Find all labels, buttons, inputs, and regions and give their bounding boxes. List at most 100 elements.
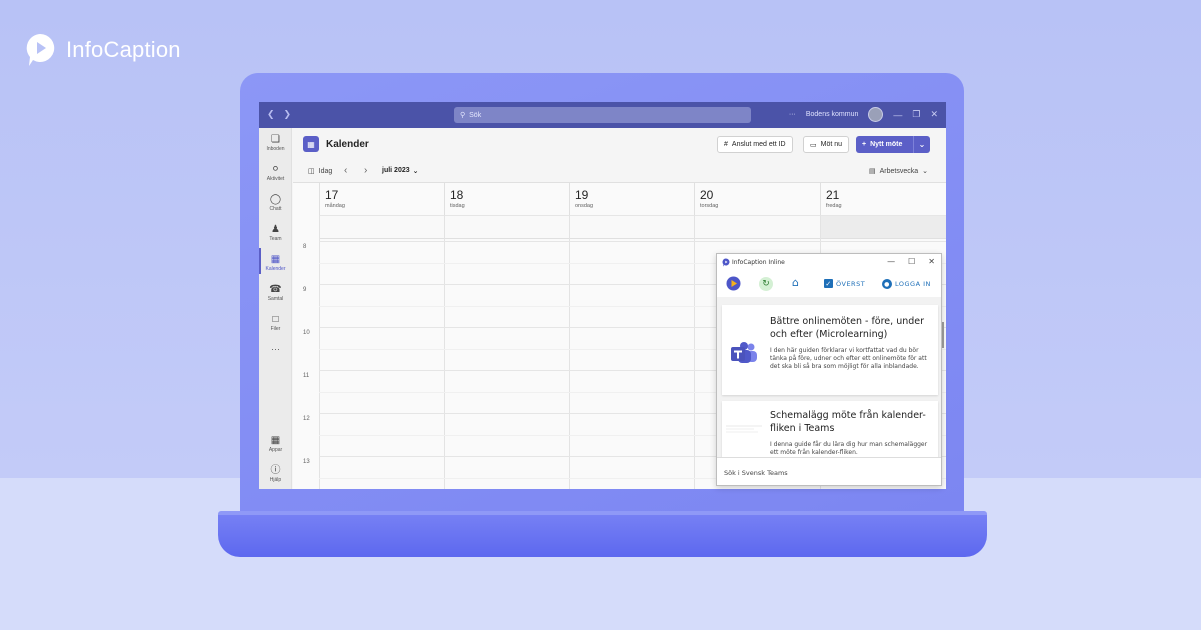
- checkbox-checked-icon: ✓: [824, 279, 833, 288]
- meet-now-label: Möt nu: [820, 141, 843, 148]
- team-icon: ♟: [271, 224, 280, 235]
- hour-label: 12: [303, 416, 310, 422]
- calendar-icon: ▦: [270, 254, 281, 265]
- day-number: 18: [450, 188, 464, 202]
- day-header[interactable]: 20 torsdag: [694, 183, 820, 215]
- today-label: Idag: [318, 167, 333, 175]
- home-icon[interactable]: ⌂: [792, 276, 799, 289]
- restore-icon[interactable]: ❐: [912, 109, 920, 120]
- guide-title: Schemalägg möte från kalender-fliken i T…: [770, 410, 926, 434]
- more-apps-icon[interactable]: ···: [259, 344, 292, 354]
- org-name[interactable]: Bodens kommun: [806, 111, 859, 118]
- login-label: LOGGA IN: [895, 280, 931, 288]
- rail-item-kalender[interactable]: ▦ Kalender: [259, 254, 292, 272]
- infocaption-logo-icon[interactable]: [726, 276, 741, 292]
- ic-toolbar: ↻ ⌂ ✓ ÖVERST ● LOGGA IN: [717, 271, 941, 297]
- minimize-icon[interactable]: —: [893, 110, 902, 120]
- avatar[interactable]: [868, 107, 884, 122]
- login-button[interactable]: ● LOGGA IN: [882, 279, 931, 289]
- new-meeting-button[interactable]: + Nytt möte ⌄: [856, 136, 930, 153]
- all-day-shade: [820, 216, 946, 238]
- rail-item-aktivitet[interactable]: ⚪ Aktivitet: [259, 164, 292, 182]
- prev-week-icon[interactable]: ‹: [344, 165, 347, 176]
- calendar-header: ▦ Kalender # Anslut med ett ID ▭ Möt nu …: [293, 128, 946, 162]
- join-with-id-label: Anslut med ett ID: [731, 141, 786, 148]
- rail-item-chatt[interactable]: ◯ Chatt: [259, 194, 292, 212]
- close-icon[interactable]: ✕: [928, 257, 935, 266]
- chevron-down-icon[interactable]: ⌄: [914, 140, 930, 149]
- refresh-icon[interactable]: ↻: [759, 277, 773, 291]
- chevron-down-icon: ⌄: [922, 168, 928, 175]
- guide-title: Bättre onlinemöten - före, under och eft…: [770, 316, 925, 340]
- hour-label: 13: [303, 459, 310, 465]
- forward-arrow-icon[interactable]: ❯: [284, 109, 292, 120]
- titlebar-right: ··· Bodens kommun — ❐ ✕: [789, 107, 938, 122]
- view-label: Arbetsvecka: [879, 167, 919, 175]
- column-divider: [319, 215, 320, 489]
- rail-label: Appar: [268, 447, 283, 453]
- rail-item-samtal[interactable]: ☎ Samtal: [259, 284, 292, 302]
- chevron-down-icon: ⌄: [412, 168, 419, 175]
- new-meeting-label: Nytt möte: [870, 141, 903, 148]
- join-with-id-button[interactable]: # Anslut med ett ID: [717, 136, 793, 153]
- close-icon[interactable]: ✕: [930, 109, 938, 120]
- rail-item-hjalp[interactable]: ⓘ Hjälp: [259, 465, 292, 483]
- month-picker[interactable]: juli 2023 ⌄: [382, 167, 419, 175]
- file-icon: □: [272, 314, 279, 325]
- day-name: fredag: [826, 203, 842, 209]
- ic-search-label: Sök i Svensk Teams: [724, 469, 788, 477]
- infocaption-inline-window: InfoCaption Inline — ☐ ✕ ↻ ⌂ ✓ ÖVERST ● …: [716, 253, 942, 486]
- ic-guide-list: Bättre onlinemöten - före, under och eft…: [717, 297, 941, 457]
- bell-icon: ⚪: [271, 164, 280, 175]
- ic-window-title: InfoCaption Inline: [732, 259, 785, 266]
- new-meeting-main[interactable]: + Nytt möte: [856, 136, 914, 153]
- day-name: onsdag: [575, 203, 594, 209]
- rail-label: Filer: [270, 326, 281, 332]
- view-selector[interactable]: ▤ Arbetsvecka ⌄: [868, 167, 928, 176]
- teams-search-input[interactable]: ⚲ Sök: [454, 107, 751, 123]
- app-rail: ❏ Inboden ⚪ Aktivitet ◯ Chatt ♟ Team ▦ K…: [259, 128, 292, 489]
- day-header[interactable]: 19 onsdag: [569, 183, 694, 215]
- help-icon: ⓘ: [270, 465, 281, 476]
- ic-window-controls: — ☐ ✕: [887, 257, 935, 266]
- day-number: 20: [700, 188, 714, 202]
- hour-label: 9: [303, 287, 307, 293]
- guide-card[interactable]: Bättre onlinemöten - före, under och eft…: [722, 305, 938, 395]
- ic-titlebar: InfoCaption Inline — ☐ ✕: [717, 254, 941, 271]
- guide-card[interactable]: Schemalägg möte från kalender-fliken i T…: [722, 401, 938, 457]
- calendar-toolbar: ◫ Idag ‹ › juli 2023 ⌄ ▤ Arbetsvecka ⌄: [293, 162, 946, 182]
- rail-item-inboden[interactable]: ❏ Inboden: [259, 134, 292, 152]
- rail-item-filer[interactable]: □ Filer: [259, 314, 292, 332]
- top-label: ÖVERST: [836, 279, 866, 288]
- maximize-icon[interactable]: ☐: [908, 257, 915, 266]
- column-divider: [694, 215, 695, 489]
- rail-item-team[interactable]: ♟ Team: [259, 224, 292, 242]
- search-icon: ⚲: [460, 112, 466, 119]
- hour-label: 10: [303, 330, 310, 336]
- rail-label: Aktivitet: [266, 176, 285, 182]
- laptop-base: [218, 515, 987, 557]
- day-name: torsdag: [700, 203, 719, 209]
- meet-now-button[interactable]: ▭ Möt nu: [803, 136, 850, 153]
- infocaption-logo-icon: [26, 33, 55, 66]
- next-week-icon[interactable]: ›: [364, 165, 367, 176]
- calendar-view-icon: ▤: [868, 168, 876, 175]
- plus-icon: +: [862, 141, 867, 148]
- today-button[interactable]: ◫ Idag: [308, 167, 333, 176]
- rail-label: Kalender: [265, 266, 286, 272]
- day-header[interactable]: 17 måndag: [319, 183, 444, 215]
- top-toggle[interactable]: ✓ ÖVERST: [824, 279, 865, 288]
- ic-search-input[interactable]: Sök i Svensk Teams: [717, 457, 941, 485]
- back-arrow-icon[interactable]: ❮: [267, 109, 275, 120]
- more-options-icon[interactable]: ···: [789, 111, 796, 118]
- page-title: Kalender: [326, 139, 369, 150]
- day-header[interactable]: 18 tisdag: [444, 183, 569, 215]
- rail-item-appar[interactable]: ▦ Appar: [259, 435, 292, 453]
- month-label: juli 2023: [382, 167, 410, 174]
- rail-label: Samtal: [267, 296, 284, 302]
- minimize-icon[interactable]: —: [887, 257, 895, 266]
- day-header[interactable]: 21 fredag: [820, 183, 946, 215]
- phone-icon: ☎: [269, 284, 282, 295]
- user-icon: ●: [882, 279, 892, 289]
- activity-feed-icon: ❏: [271, 134, 280, 145]
